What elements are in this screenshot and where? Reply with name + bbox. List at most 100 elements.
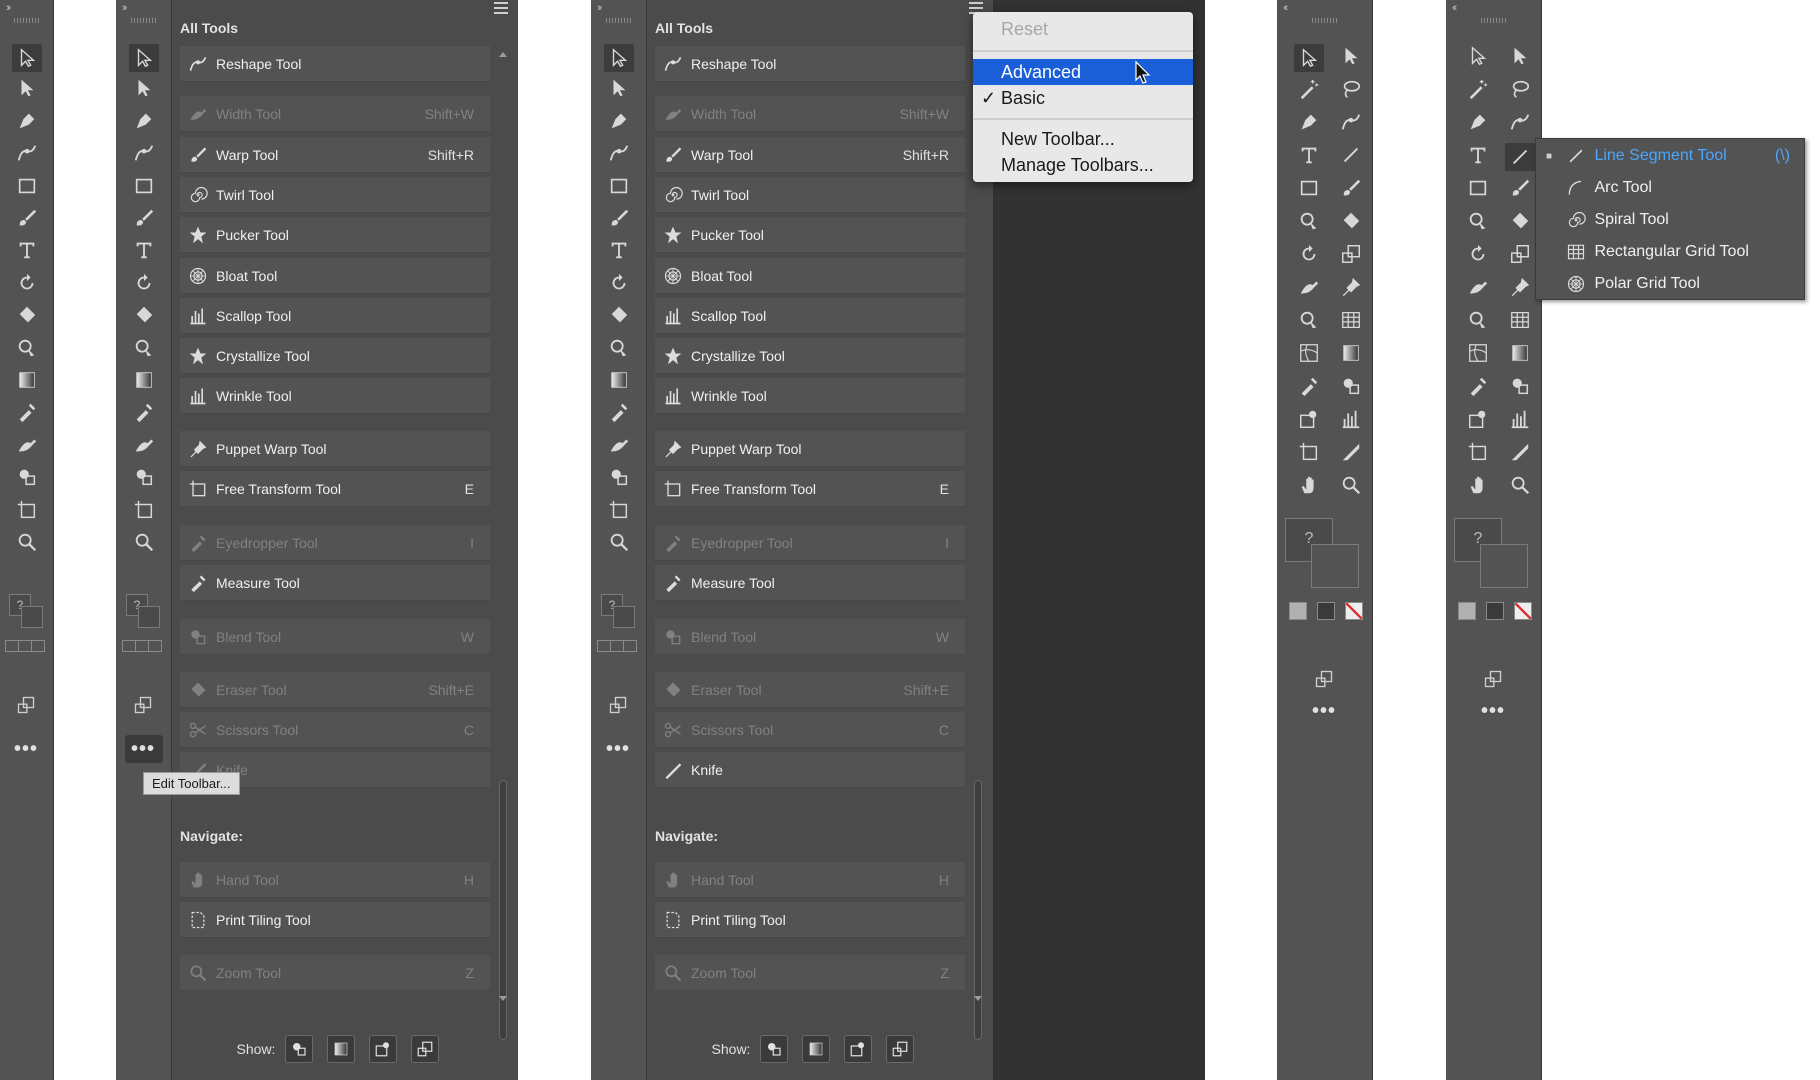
drawer-scrollbar[interactable] bbox=[973, 50, 983, 1040]
color-mode-button[interactable] bbox=[1289, 602, 1307, 620]
tool-row-puppet-warp-tool[interactable]: Puppet Warp Tool bbox=[180, 431, 490, 467]
tool-row-eraser-tool[interactable]: Eraser Tool Shift+E bbox=[180, 672, 490, 708]
collapse-icon[interactable]: ›› bbox=[122, 2, 128, 14]
tool-row-hand-tool[interactable]: Hand Tool H bbox=[180, 862, 490, 898]
color-mode-button[interactable] bbox=[1458, 602, 1476, 620]
rectangle-tool-icon[interactable] bbox=[1297, 176, 1321, 200]
tool-row-twirl-tool[interactable]: Twirl Tool bbox=[655, 177, 965, 213]
symbol-sprayer-tool-icon[interactable] bbox=[1297, 407, 1321, 431]
zoom-tool-icon[interactable] bbox=[15, 530, 39, 554]
pen-tool-icon[interactable] bbox=[132, 109, 156, 133]
gradient-tool-icon[interactable] bbox=[1339, 341, 1363, 365]
rotate-tool-icon[interactable] bbox=[15, 271, 39, 295]
tool-row-measure-tool[interactable]: Measure Tool bbox=[180, 565, 490, 601]
tool-row-hand-tool[interactable]: Hand Tool H bbox=[655, 862, 965, 898]
zoom-tool-icon[interactable] bbox=[132, 530, 156, 554]
shape-builder-tool-icon[interactable] bbox=[15, 336, 39, 360]
tool-row-zoom-tool[interactable]: Zoom Tool Z bbox=[180, 955, 490, 991]
advanced-menu-item[interactable]: Advanced bbox=[973, 59, 1193, 85]
direct-selection-tool-icon[interactable] bbox=[1508, 44, 1532, 68]
tool-row-puppet-warp-tool[interactable]: Puppet Warp Tool bbox=[655, 431, 965, 467]
more-tools-button[interactable]: ••• bbox=[14, 738, 38, 761]
tool-row-pucker-tool[interactable]: Pucker Tool bbox=[180, 217, 490, 253]
puppet-warp-tool-icon[interactable] bbox=[1508, 275, 1532, 299]
pen-tool-icon[interactable] bbox=[15, 109, 39, 133]
blend-tool-icon[interactable] bbox=[1339, 374, 1363, 398]
artboard-tool-icon[interactable] bbox=[1297, 440, 1321, 464]
flyout-item-line-segment[interactable]: ■ Line Segment Tool (\) bbox=[1536, 140, 1804, 172]
grip-icon[interactable] bbox=[1311, 18, 1338, 23]
magic-wand-tool-icon[interactable] bbox=[1297, 77, 1321, 101]
eyedropper-tool-icon[interactable] bbox=[607, 400, 631, 424]
slice-tool-icon[interactable] bbox=[1339, 440, 1363, 464]
expand-icon[interactable]: ‹‹ bbox=[1452, 2, 1458, 14]
hand-tool-icon[interactable] bbox=[1466, 473, 1490, 497]
grip-icon[interactable] bbox=[130, 18, 157, 23]
tool-row-zoom-tool[interactable]: Zoom Tool Z bbox=[655, 955, 965, 991]
mesh-tool-icon[interactable] bbox=[1297, 341, 1321, 365]
screen-mode-icon[interactable] bbox=[1313, 668, 1335, 690]
type-tool-icon[interactable] bbox=[15, 238, 39, 262]
draw-modes[interactable] bbox=[597, 640, 637, 652]
rotate-tool-icon[interactable] bbox=[1466, 242, 1490, 266]
tool-row-twirl-tool[interactable]: Twirl Tool bbox=[180, 177, 490, 213]
more-tools-button[interactable]: ••• bbox=[1481, 700, 1505, 723]
tool-row-blend-tool[interactable]: Blend Tool W bbox=[655, 619, 965, 655]
scroll-up-icon[interactable] bbox=[499, 52, 507, 57]
paintbrush-tool-icon[interactable] bbox=[1508, 176, 1532, 200]
tool-row-eraser-tool[interactable]: Eraser Tool Shift+E bbox=[655, 672, 965, 708]
tool-row-width-tool[interactable]: Width Tool Shift+W bbox=[655, 96, 965, 132]
show-color-modes-button[interactable] bbox=[327, 1035, 356, 1063]
selection-tool-icon[interactable] bbox=[604, 44, 634, 72]
curvature-tool-icon[interactable] bbox=[1339, 110, 1363, 134]
show-drawing-modes-button[interactable] bbox=[369, 1035, 398, 1063]
gradient-mode-button[interactable] bbox=[1317, 602, 1335, 620]
rotate-tool-icon[interactable] bbox=[1297, 242, 1321, 266]
rotate-tool-icon[interactable] bbox=[607, 271, 631, 295]
tool-row-free-transform-tool[interactable]: Free Transform Tool E bbox=[655, 471, 965, 507]
tool-row-print-tiling-tool[interactable]: Print Tiling Tool bbox=[655, 902, 965, 938]
scroll-down-icon[interactable] bbox=[499, 996, 507, 1001]
scale-tool-icon[interactable] bbox=[1339, 242, 1363, 266]
eraser-tool-icon[interactable] bbox=[132, 303, 156, 327]
scrollbar-thumb[interactable] bbox=[499, 780, 507, 1040]
basic-menu-item[interactable]: ✓ Basic bbox=[973, 85, 1193, 111]
selection-tool-icon[interactable] bbox=[129, 44, 159, 72]
show-screen-modes-button[interactable] bbox=[886, 1035, 915, 1063]
selection-tool-icon[interactable] bbox=[1294, 44, 1324, 72]
flyout-item-spiral[interactable]: Spiral Tool bbox=[1536, 204, 1804, 236]
eyedropper-tool-icon[interactable] bbox=[1466, 374, 1490, 398]
tool-row-scallop-tool[interactable]: Scallop Tool bbox=[655, 298, 965, 334]
more-tools-button[interactable]: ••• bbox=[1312, 700, 1336, 723]
pen-tool-icon[interactable] bbox=[1297, 110, 1321, 134]
graph-tool-icon[interactable] bbox=[1339, 407, 1363, 431]
tool-row-eyedropper-tool[interactable]: Eyedropper Tool I bbox=[180, 525, 490, 561]
blend-tool-icon[interactable] bbox=[132, 465, 156, 489]
paintbrush-tool-icon[interactable] bbox=[607, 206, 631, 230]
eraser-tool-icon[interactable] bbox=[1508, 209, 1532, 233]
direct-selection-tool-icon[interactable] bbox=[15, 76, 39, 100]
tool-row-bloat-tool[interactable]: Bloat Tool bbox=[180, 258, 490, 294]
drawer-menu-icon[interactable] bbox=[494, 2, 508, 14]
tool-row-print-tiling-tool[interactable]: Print Tiling Tool bbox=[180, 902, 490, 938]
tool-row-eyedropper-tool[interactable]: Eyedropper Tool I bbox=[655, 525, 965, 561]
puppet-warp-tool-icon[interactable] bbox=[15, 433, 39, 457]
artboard-tool-icon[interactable] bbox=[607, 498, 631, 522]
tool-row-warp-tool[interactable]: Warp Tool Shift+R bbox=[655, 137, 965, 173]
show-fill-stroke-button[interactable] bbox=[285, 1035, 314, 1063]
tool-row-wrinkle-tool[interactable]: Wrinkle Tool bbox=[655, 378, 965, 414]
tool-row-free-transform-tool[interactable]: Free Transform Tool E bbox=[180, 471, 490, 507]
gradient-tool-icon[interactable] bbox=[15, 368, 39, 392]
eyedropper-tool-icon[interactable] bbox=[1297, 374, 1321, 398]
width-tool-icon[interactable] bbox=[1466, 275, 1490, 299]
new-toolbar-menu-item[interactable]: New Toolbar... bbox=[973, 126, 1193, 152]
eraser-tool-icon[interactable] bbox=[15, 303, 39, 327]
scrollbar-thumb[interactable] bbox=[974, 780, 982, 1040]
shaper-tool-icon[interactable] bbox=[1466, 209, 1490, 233]
screen-mode-icon[interactable] bbox=[607, 694, 629, 716]
stroke-swatch[interactable] bbox=[21, 606, 43, 628]
tool-row-width-tool[interactable]: Width Tool Shift+W bbox=[180, 96, 490, 132]
gradient-mode-button[interactable] bbox=[1486, 602, 1504, 620]
stroke-swatch[interactable] bbox=[138, 606, 160, 628]
shape-builder-tool-icon[interactable] bbox=[1297, 308, 1321, 332]
